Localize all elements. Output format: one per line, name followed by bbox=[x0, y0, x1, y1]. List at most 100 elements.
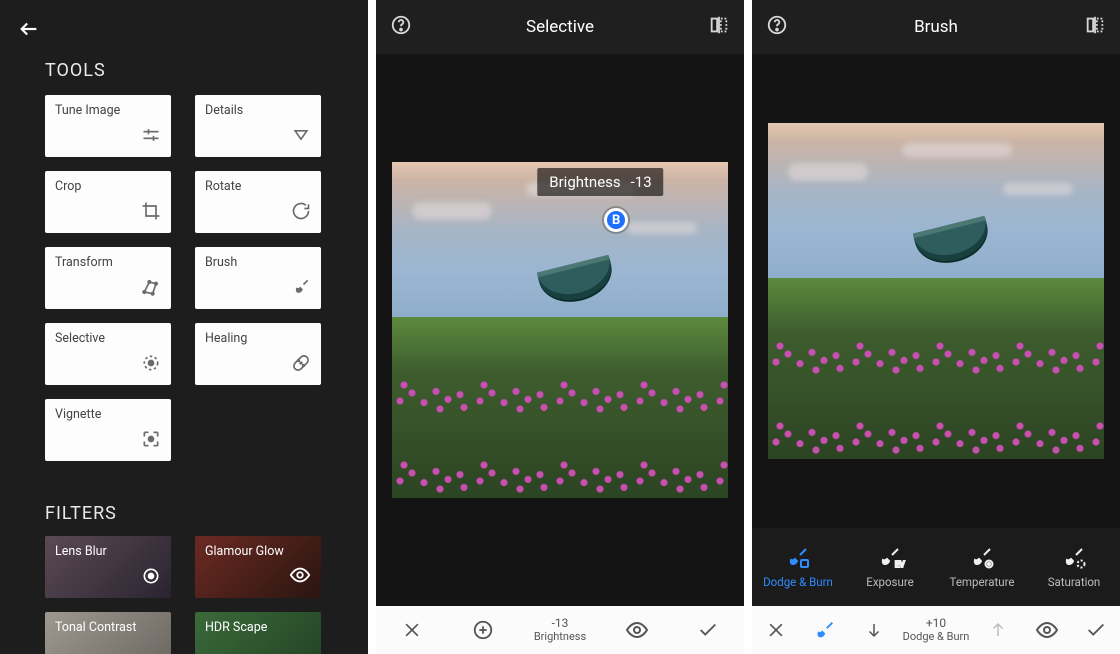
compare-button[interactable] bbox=[1084, 14, 1106, 40]
tools-header: TOOLS bbox=[0, 0, 368, 95]
increase-button[interactable] bbox=[978, 621, 1018, 639]
arrow-up-icon bbox=[989, 621, 1007, 639]
tool-healing[interactable]: Healing bbox=[195, 323, 321, 385]
brush-active-icon bbox=[814, 619, 836, 641]
eye-icon bbox=[625, 618, 649, 642]
tool-tune-image[interactable]: Tune Image bbox=[45, 95, 171, 157]
plus-circle-icon bbox=[472, 619, 494, 641]
selective-panel: Selective Brightness -13 B bbox=[376, 0, 744, 654]
filter-label: Tonal Contrast bbox=[55, 620, 136, 635]
tool-label: Details bbox=[205, 103, 243, 118]
compare-icon bbox=[1084, 14, 1106, 36]
apply-button[interactable] bbox=[688, 619, 728, 641]
mask-toggle-button[interactable] bbox=[617, 618, 657, 642]
selective-icon bbox=[141, 353, 161, 377]
filter-hdr-scape[interactable]: HDR Scape bbox=[195, 612, 321, 654]
overlay-param: Brightness bbox=[549, 173, 620, 191]
workarea[interactable] bbox=[376, 54, 744, 606]
panel-title: Selective bbox=[526, 17, 594, 37]
cancel-button[interactable] bbox=[756, 620, 796, 640]
tool-brush[interactable]: Brush bbox=[195, 247, 321, 309]
back-button[interactable] bbox=[18, 18, 40, 44]
filter-tonal-contrast[interactable]: Tonal Contrast bbox=[45, 612, 171, 654]
help-button[interactable] bbox=[766, 14, 788, 40]
filter-glamour-glow[interactable]: Glamour Glow bbox=[195, 536, 321, 598]
tool-transform[interactable]: Transform bbox=[45, 247, 171, 309]
brush-exposure-icon: EV bbox=[878, 545, 902, 569]
svg-text:EV: EV bbox=[895, 560, 905, 569]
readout-value: +10 bbox=[903, 617, 970, 631]
workarea[interactable] bbox=[752, 54, 1120, 528]
panel-header: Brush bbox=[752, 0, 1120, 54]
help-icon bbox=[766, 14, 788, 36]
tool-label: Brush bbox=[205, 255, 237, 270]
help-button[interactable] bbox=[390, 14, 412, 40]
vignette-icon bbox=[141, 429, 161, 453]
check-icon bbox=[697, 619, 719, 641]
brush-icon bbox=[291, 277, 311, 301]
tool-details[interactable]: Details bbox=[195, 95, 321, 157]
eye-icon bbox=[289, 564, 311, 590]
tool-rotate[interactable]: Rotate bbox=[195, 171, 321, 233]
brush-temperature-icon bbox=[970, 545, 994, 569]
selective-action-bar: -13 Brightness bbox=[376, 606, 744, 654]
tool-label: Tune Image bbox=[55, 103, 120, 118]
filters-header: FILTERS bbox=[0, 461, 368, 536]
check-icon bbox=[1085, 619, 1107, 641]
x-icon bbox=[766, 620, 786, 640]
back-arrow-icon bbox=[18, 18, 40, 40]
control-point[interactable]: B bbox=[604, 208, 628, 232]
panel-header: Selective bbox=[376, 0, 744, 54]
tool-label: Rotate bbox=[205, 179, 241, 194]
brush-temperature[interactable]: Temperature bbox=[942, 545, 1022, 589]
rotate-icon bbox=[291, 201, 311, 225]
tool-label: Transform bbox=[55, 255, 113, 270]
decrease-button[interactable] bbox=[854, 621, 894, 639]
tool-label: Crop bbox=[55, 179, 81, 194]
healing-icon bbox=[291, 353, 311, 377]
brush-tool-button[interactable] bbox=[805, 619, 845, 641]
photo-canvas[interactable] bbox=[392, 162, 728, 498]
brush-opt-label: Saturation bbox=[1048, 575, 1101, 589]
readout-label: Brightness bbox=[534, 630, 586, 643]
filter-lens-blur[interactable]: Lens Blur bbox=[45, 536, 171, 598]
control-point-letter: B bbox=[612, 213, 620, 228]
triangle-down-icon bbox=[291, 125, 311, 149]
filter-grid: Lens Blur Glamour Glow Tonal Contrast HD… bbox=[0, 536, 368, 654]
x-icon bbox=[402, 620, 422, 640]
compare-button[interactable] bbox=[708, 14, 730, 40]
transform-icon bbox=[141, 277, 161, 301]
readout-label: Dodge & Burn bbox=[903, 630, 970, 643]
tool-grid: Tune Image Details Crop Rotate bbox=[0, 95, 368, 461]
tool-selective[interactable]: Selective bbox=[45, 323, 171, 385]
panel-title: Brush bbox=[914, 17, 958, 37]
overlay-value: -13 bbox=[631, 173, 652, 191]
brush-dodge-burn[interactable]: Dodge & Burn bbox=[758, 545, 838, 589]
target-icon bbox=[141, 566, 161, 590]
tools-panel: TOOLS Tune Image Details Crop bbox=[0, 0, 368, 654]
mask-toggle-button[interactable] bbox=[1027, 618, 1067, 642]
brush-saturation-icon bbox=[1062, 545, 1086, 569]
add-point-button[interactable] bbox=[463, 619, 503, 641]
brush-dodgeburn-icon bbox=[786, 545, 810, 569]
photo-canvas[interactable] bbox=[768, 123, 1104, 459]
brush-panel: Brush Dodge & Burn EV Exposure bbox=[752, 0, 1120, 654]
brush-exposure[interactable]: EV Exposure bbox=[850, 545, 930, 589]
filter-label: HDR Scape bbox=[205, 620, 267, 635]
crop-icon bbox=[141, 201, 161, 225]
help-icon bbox=[390, 14, 412, 36]
sliders-icon bbox=[141, 125, 161, 149]
tool-crop[interactable]: Crop bbox=[45, 171, 171, 233]
filter-label: Glamour Glow bbox=[205, 544, 284, 559]
parameter-readout[interactable]: -13 Brightness bbox=[534, 617, 586, 643]
brush-saturation[interactable]: Saturation bbox=[1034, 545, 1114, 589]
readout-value: -13 bbox=[534, 617, 586, 631]
apply-button[interactable] bbox=[1076, 619, 1116, 641]
cancel-button[interactable] bbox=[392, 620, 432, 640]
brush-action-bar: +10 Dodge & Burn bbox=[752, 606, 1120, 654]
parameter-readout[interactable]: +10 Dodge & Burn bbox=[903, 617, 970, 643]
tool-label: Vignette bbox=[55, 407, 101, 422]
brush-opt-label: Temperature bbox=[950, 575, 1015, 589]
brush-options: Dodge & Burn EV Exposure Temperature Sat… bbox=[752, 528, 1120, 606]
tool-vignette[interactable]: Vignette bbox=[45, 399, 171, 461]
